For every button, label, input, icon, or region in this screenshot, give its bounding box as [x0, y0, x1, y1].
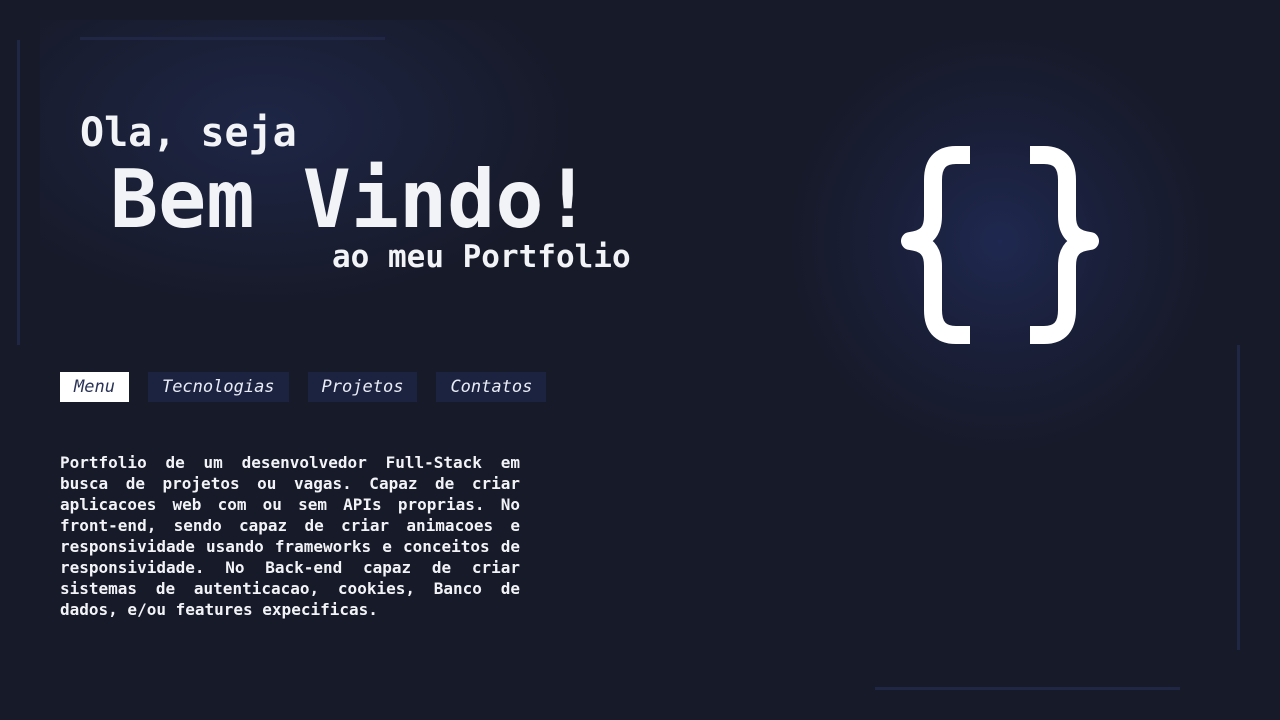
- greeting-title: Bem Vindo!: [110, 153, 592, 246]
- nav-item-menu[interactable]: Menu: [60, 372, 129, 402]
- nav-item-contatos[interactable]: Contatos: [436, 372, 547, 402]
- decorative-line-left: [17, 40, 20, 345]
- decorative-line-top: [80, 37, 385, 40]
- nav-item-projetos[interactable]: Projetos: [307, 372, 418, 402]
- decorative-line-bottom: [875, 687, 1180, 690]
- decorative-line-right: [1237, 345, 1240, 650]
- about-description: Portfolio de um desenvolvedor Full-Stack…: [60, 453, 520, 619]
- greeting-subtitle: ao meu Portfolio: [332, 239, 631, 275]
- curly-braces-icon: [901, 146, 1099, 344]
- nav-item-tecnologias[interactable]: Tecnologias: [147, 372, 289, 402]
- main-nav: Menu Tecnologias Projetos Contatos: [60, 372, 547, 402]
